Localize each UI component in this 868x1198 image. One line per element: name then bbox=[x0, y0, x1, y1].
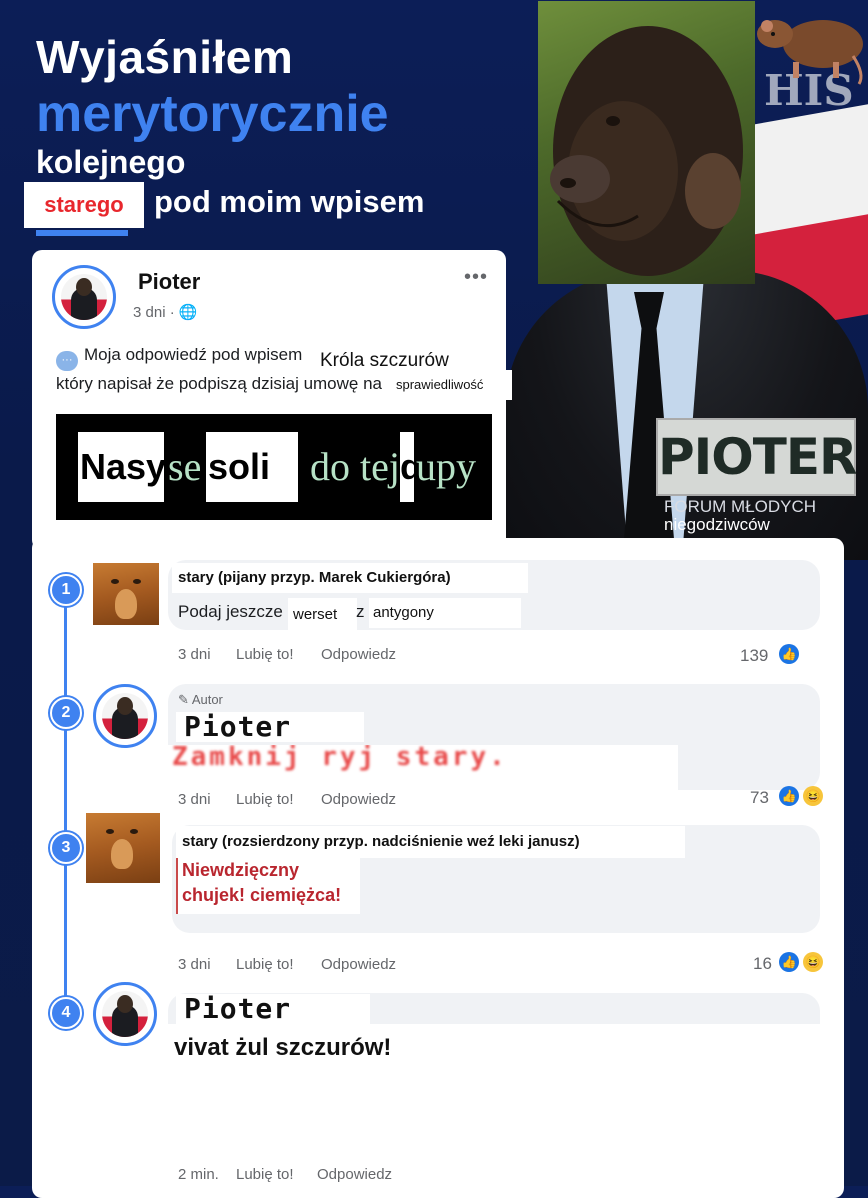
quote-banner: Nasyp se soli do tej d upy bbox=[56, 414, 492, 520]
comment-3-text-line-1: Niewdzięczny bbox=[182, 860, 300, 880]
post-text-sprawiedliwosc-overlay: sprawiedliwość bbox=[392, 370, 512, 400]
haha-reaction-icon: 😆 bbox=[803, 952, 823, 972]
comment-2-time: 3 dni bbox=[178, 791, 211, 808]
comment-3-reply-button[interactable]: Odpowiedz bbox=[321, 956, 396, 973]
post-text-1: Moja odpowiedź pod wpisem bbox=[84, 345, 303, 364]
comment-3-time: 3 dni bbox=[178, 956, 211, 973]
post-author-avatar[interactable] bbox=[52, 265, 116, 329]
author-badge-label: Autor bbox=[191, 692, 223, 707]
post-timestamp: 3 dni · 🌐 bbox=[133, 303, 198, 321]
comment-4-text: vivat żul szczurów! bbox=[174, 1034, 392, 1061]
banner-word-soli: soli bbox=[206, 432, 298, 502]
post-author-name[interactable]: Pioter bbox=[134, 265, 326, 299]
comment-1-like-button[interactable]: Lubię to! bbox=[236, 646, 294, 663]
banner-word-do-tej: do tej bbox=[310, 444, 400, 489]
comment-2-text: Zamknij ryj stary. bbox=[172, 745, 508, 772]
comment-2-like-button[interactable]: Lubię to! bbox=[236, 791, 294, 808]
pencil-icon: ✎ bbox=[178, 692, 189, 707]
comment-4-time: 2 min. bbox=[178, 1166, 219, 1183]
comment-1-time: 3 dni bbox=[178, 646, 211, 663]
comment-3-author[interactable]: stary (rozsierdzony przyp. nadciśnienie … bbox=[176, 826, 685, 858]
comment-4-like-button[interactable]: Lubię to! bbox=[236, 1166, 294, 1183]
comment-3-reaction-count[interactable]: 16 bbox=[753, 954, 772, 974]
commenter-avatar-2[interactable] bbox=[93, 684, 157, 748]
like-reaction-icon: 👍 bbox=[779, 644, 799, 664]
monkey-face-photo bbox=[538, 1, 755, 284]
step-2-badge: 2 bbox=[50, 697, 82, 729]
comment-1-author[interactable]: stary (pijany przyp. Marek Cukiergóra) bbox=[172, 563, 528, 593]
author-badge: ✎ Autor bbox=[178, 692, 223, 708]
headline-underline bbox=[36, 230, 128, 236]
banner-word-d: d bbox=[400, 432, 422, 502]
step-1-badge: 1 bbox=[50, 574, 82, 606]
comment-1-text-d: antygony bbox=[369, 598, 521, 628]
step-4-badge: 4 bbox=[50, 997, 82, 1029]
comment-2-text-box: Zamknij ryj stary. bbox=[168, 745, 678, 791]
comment-1-reply-button[interactable]: Odpowiedz bbox=[321, 646, 396, 663]
globe-icon: 🌐 bbox=[178, 304, 198, 321]
headline-highlight: starego bbox=[24, 182, 144, 228]
banner-word-se: se bbox=[168, 444, 202, 489]
headline-line-1: Wyjaśniłem bbox=[36, 31, 294, 83]
pioter-logo: PIOTER bbox=[656, 418, 858, 496]
rat-photo bbox=[753, 4, 868, 86]
timeline-line bbox=[64, 588, 67, 1018]
comment-3-text-line-2: chujek! ciemiężca! bbox=[182, 885, 342, 905]
comment-3-like-button[interactable]: Lubię to! bbox=[236, 956, 294, 973]
like-reaction-icon: 👍 bbox=[779, 952, 799, 972]
commenter-avatar-1[interactable] bbox=[93, 563, 159, 625]
logo-subtitle-2: niegodziwców bbox=[664, 515, 770, 534]
comment-2-author[interactable]: Pioter bbox=[176, 712, 364, 742]
commenter-avatar-4[interactable] bbox=[93, 982, 157, 1046]
comment-1-text-a: Podaj jeszcze bbox=[178, 602, 283, 621]
comment-4-reply-button[interactable]: Odpowiedz bbox=[317, 1166, 392, 1183]
comment-4-author[interactable]: Pioter bbox=[176, 994, 370, 1024]
comment-1-reaction-count[interactable]: 139 bbox=[740, 646, 768, 666]
more-options-button[interactable]: ••• bbox=[464, 266, 488, 289]
post-text-line-1: ··· Moja odpowiedź pod wpisem bbox=[56, 345, 302, 371]
haha-reaction-icon: 😆 bbox=[803, 786, 823, 806]
logo-subtitle-1: FORUM MŁODYCH bbox=[664, 497, 817, 516]
headline-line-3: kolejnego bbox=[36, 144, 186, 180]
comment-1-text-b: werset bbox=[288, 598, 357, 630]
banner-word-upy: upy bbox=[416, 444, 476, 489]
commenter-avatar-3[interactable] bbox=[86, 813, 160, 883]
comment-3-text: Niewdzięczny chujek! ciemiężca! bbox=[176, 858, 360, 914]
comment-2-reaction-count[interactable]: 73 bbox=[750, 788, 769, 808]
post-time-text: 3 dni · bbox=[133, 304, 175, 321]
banner-word-nasyp: Nasyp bbox=[78, 432, 188, 502]
step-3-badge: 3 bbox=[50, 832, 82, 864]
comment-2-reply-button[interactable]: Odpowiedz bbox=[321, 791, 396, 808]
headline-line-4: pod moim wpisem bbox=[154, 184, 425, 219]
speech-bubble-icon: ··· bbox=[56, 351, 78, 371]
like-reaction-icon: 👍 bbox=[779, 786, 799, 806]
headline-line-2: merytorycznie bbox=[36, 85, 389, 143]
comment-1-text-c: z bbox=[356, 602, 365, 621]
